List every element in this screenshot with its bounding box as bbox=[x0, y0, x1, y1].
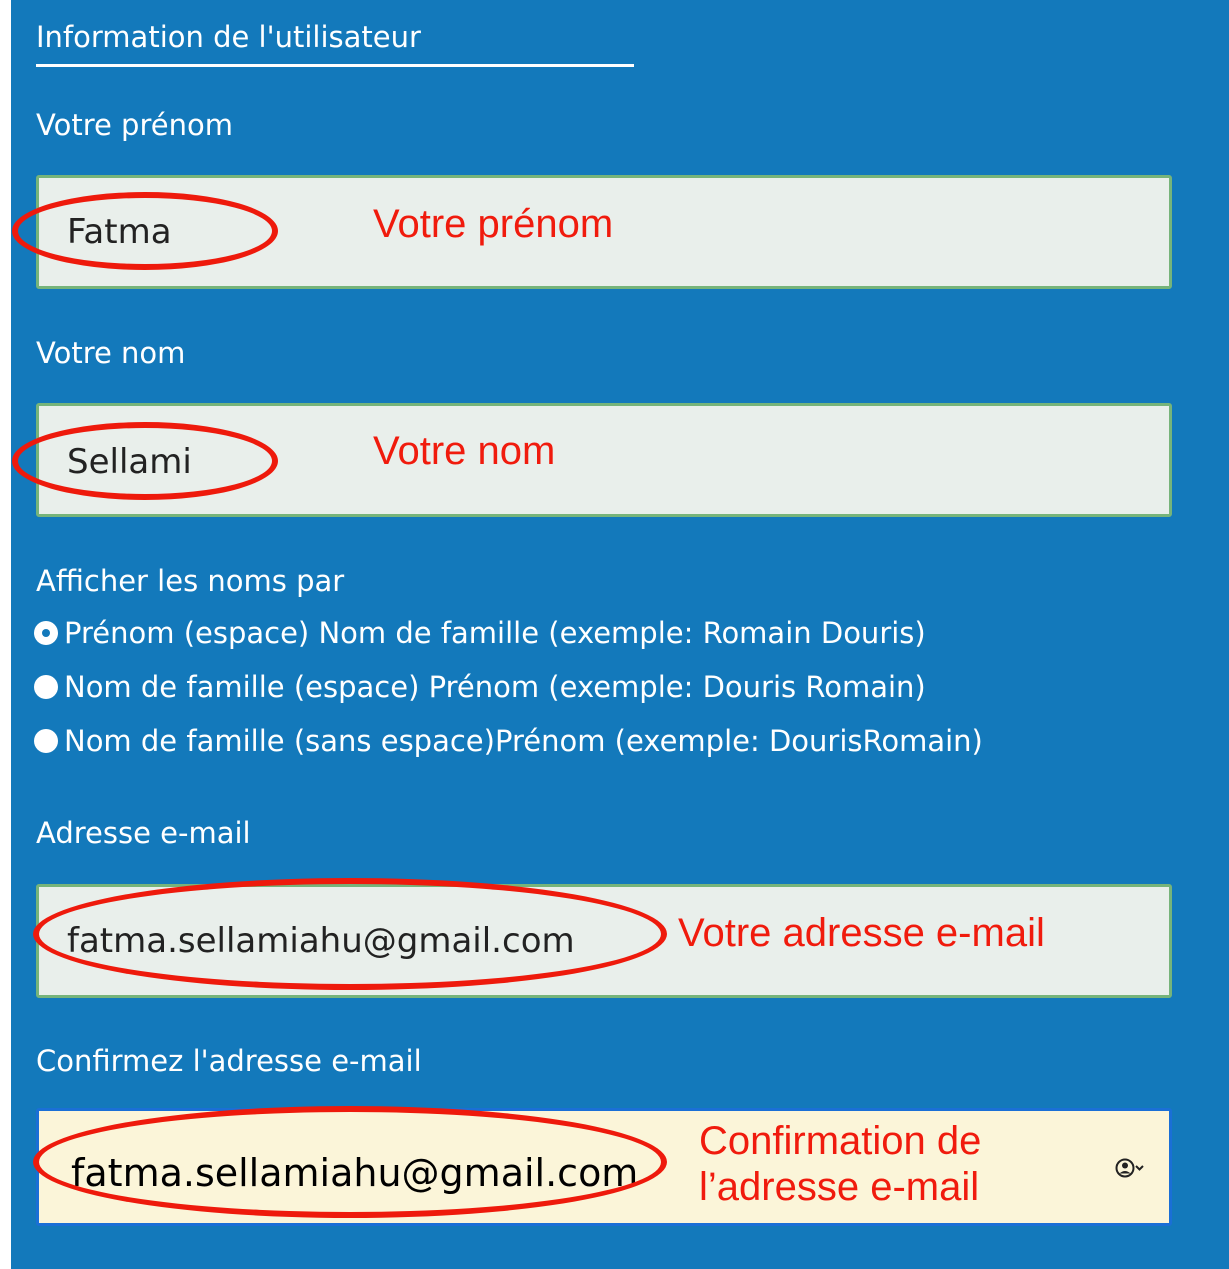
email-label: Adresse e-mail bbox=[36, 816, 251, 850]
radio-unchecked-icon[interactable] bbox=[34, 729, 58, 753]
confirm-email-highlight-oval bbox=[33, 1106, 667, 1218]
section-title: Information de l'utilisateur bbox=[36, 20, 421, 54]
confirm-email-label: Confirmez l'adresse e-mail bbox=[36, 1044, 422, 1078]
first-name-highlight-oval bbox=[12, 192, 278, 270]
display-option-2[interactable]: Nom de famille (espace) Prénom (exemple:… bbox=[34, 670, 926, 704]
radio-checked-icon[interactable] bbox=[34, 621, 58, 645]
first-name-label: Votre prénom bbox=[36, 108, 233, 142]
radio-unchecked-icon[interactable] bbox=[34, 675, 58, 699]
confirm-email-annotation: Confirmation de l’adresse e-mail bbox=[699, 1118, 981, 1210]
first-name-annotation: Votre prénom bbox=[373, 202, 614, 246]
display-option-1[interactable]: Prénom (espace) Nom de famille (exemple:… bbox=[34, 616, 926, 650]
display-option-label: Nom de famille (espace) Prénom (exemple:… bbox=[64, 670, 926, 704]
last-name-label: Votre nom bbox=[36, 336, 186, 370]
last-name-annotation: Votre nom bbox=[373, 429, 556, 473]
section-underline bbox=[36, 64, 634, 67]
email-annotation: Votre adresse e-mail bbox=[678, 911, 1045, 955]
confirm-email-annotation-line2: l’adresse e-mail bbox=[699, 1165, 980, 1209]
display-option-label: Prénom (espace) Nom de famille (exemple:… bbox=[64, 616, 926, 650]
email-highlight-oval bbox=[33, 878, 667, 990]
account-autofill-icon[interactable] bbox=[1115, 1157, 1145, 1179]
display-option-label: Nom de famille (sans espace)Prénom (exem… bbox=[64, 724, 983, 758]
last-name-highlight-oval bbox=[12, 422, 278, 500]
confirm-email-annotation-line1: Confirmation de bbox=[699, 1119, 982, 1163]
display-names-label: Afficher les noms par bbox=[36, 564, 345, 598]
display-option-3[interactable]: Nom de famille (sans espace)Prénom (exem… bbox=[34, 724, 983, 758]
